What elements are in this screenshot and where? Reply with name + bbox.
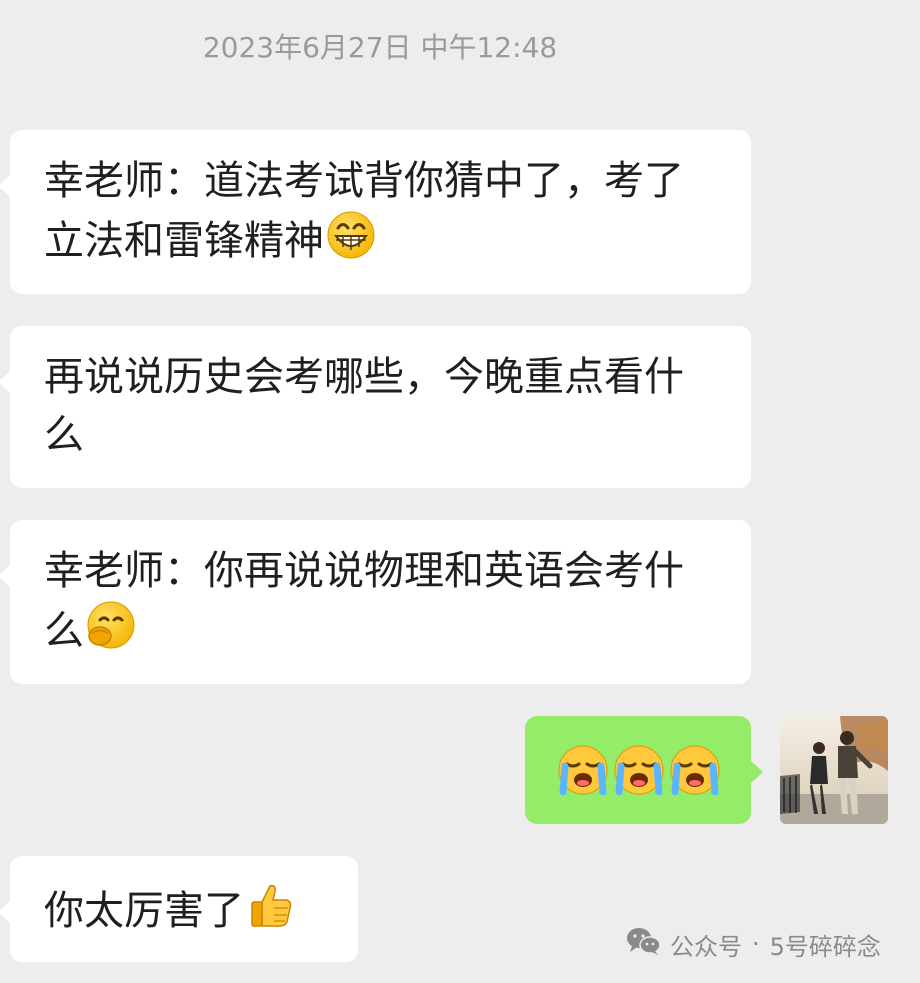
chat-timestamp: 2023年6月27日 中午12:48 [202, 31, 558, 64]
loudly-crying-emoji-icon [669, 744, 721, 796]
message-text: 你太厉害了 [44, 888, 244, 934]
watermark-label: 公众号 [670, 932, 742, 961]
giggle-emoji-icon [86, 600, 136, 650]
wechat-icon [626, 926, 662, 962]
message-bubble-incoming[interactable]: 幸老师：道法考试背你猜中了，考了立法和雷锋精神 [0, 130, 751, 294]
loudly-crying-emoji-icon [613, 744, 665, 796]
message-bubble-incoming[interactable]: 幸老师：你再说说物理和英语会考什么 [0, 520, 751, 684]
message-text: 再说说历史会考哪些，今晚重点看什么 [44, 354, 684, 458]
message-bubble-incoming[interactable]: 你太厉害了 [0, 856, 358, 962]
loudly-crying-emoji-icon [557, 744, 609, 796]
thumbs-up-emoji-icon [246, 880, 296, 930]
watermark-separator: · [752, 930, 760, 958]
message-text: 幸老师：你再说说物理和英语会考什么 [44, 548, 684, 654]
watermark-account: 5号碎碎念 [769, 932, 881, 961]
sender-avatar[interactable] [780, 716, 888, 824]
message-bubble-outgoing[interactable] [525, 716, 763, 824]
watermark: 公众号 · 5号碎碎念 [626, 926, 881, 962]
message-bubble-incoming[interactable]: 再说说历史会考哪些，今晚重点看什么 [0, 326, 751, 488]
grin-emoji-icon [326, 210, 376, 260]
